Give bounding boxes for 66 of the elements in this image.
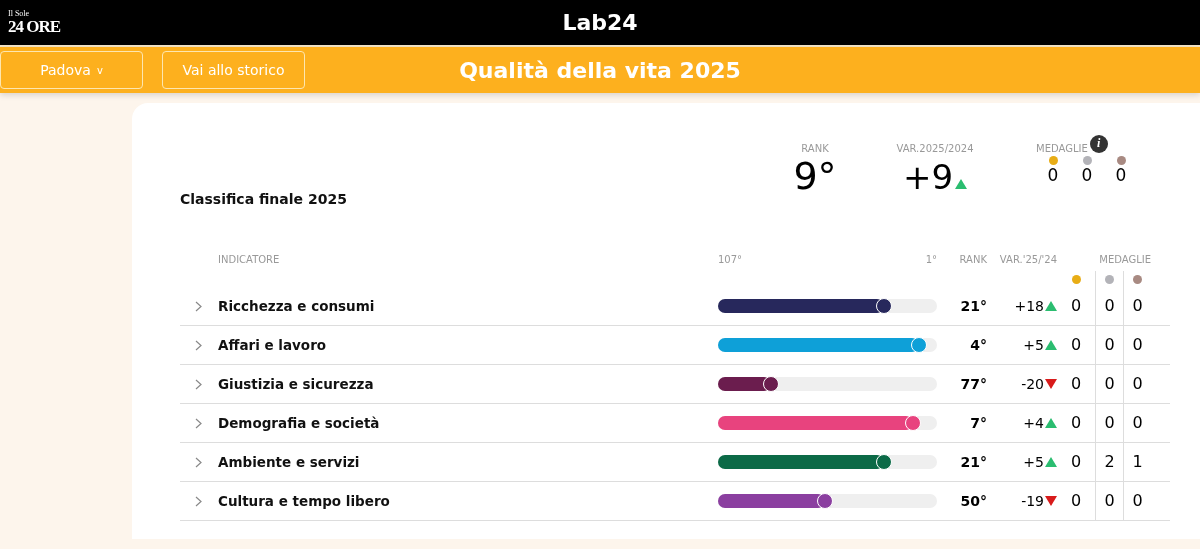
variation-cell: +5 [1023,337,1044,353]
variation-label: VAR.2025/2024 [896,143,974,154]
info-button[interactable]: i [1089,134,1108,153]
chevron-right-icon[interactable] [195,495,203,507]
rank-cell: 7° [970,415,987,431]
medal-count: 0 [1115,165,1127,185]
column-header: MEDAGLIE [1099,253,1151,265]
brand-logo[interactable]: 24 ORE [8,18,61,35]
medal-count: 0 [1069,295,1083,317]
variation-cell: -20 [1021,376,1044,392]
chevron-right-icon[interactable] [195,417,203,429]
variation-cell: +5 [1023,454,1044,470]
brand-tagline: Il Sole [8,10,31,18]
medal-count: 0 [1069,490,1083,512]
rank-value: 9° [793,156,837,198]
bar-knob [911,337,928,353]
medal-count: 0 [1069,373,1083,395]
page-title: Qualità della vita 2025 [459,57,741,83]
medal-count: 0 [1094,365,1124,403]
medal-count: 0 [1094,326,1124,364]
medal-count: 0 [1122,404,1152,442]
medal-count: 2 [1094,443,1124,481]
rank-cell: 21° [960,454,987,470]
chevron-right-icon[interactable] [195,378,203,390]
medal-count: 0 [1094,482,1124,520]
medal-count: 0 [1069,412,1083,434]
indicator-name[interactable]: Demografia e società [218,415,718,431]
column-header: RANK [959,253,987,265]
rank-cell: 77° [960,376,987,392]
rank-label: RANK [801,143,829,154]
indicator-name[interactable]: Giustizia e sicurezza [218,376,718,392]
column-header: 1° [925,253,937,265]
indicator-name[interactable]: Affari e lavoro [218,337,718,353]
medal-count: 0 [1094,404,1124,442]
bar-knob [876,298,893,314]
medal-count: 0 [1122,365,1152,403]
chevron-right-icon[interactable] [195,300,203,312]
indicator-name[interactable]: Ricchezza e consumi [218,298,718,314]
variation-cell: +4 [1023,415,1044,431]
variation-cell: +18 [1014,298,1044,314]
medal-count: 0 [1094,287,1124,325]
medal-count: 0 [1069,451,1083,473]
ranking-title: Classifica finale 2025 [180,191,348,207]
column-header: INDICATORE [218,253,280,265]
bar-knob [876,454,893,470]
medal-count: 1 [1122,443,1152,481]
rank-cell: 4° [970,337,987,353]
medal-count: 0 [1122,482,1152,520]
indicator-name[interactable]: Cultura e tempo libero [218,493,718,509]
bar-knob [817,493,834,509]
variation-value: +9 [902,160,954,194]
rank-cell: 21° [960,298,987,314]
chevron-right-icon[interactable] [195,456,203,468]
chevron-right-icon[interactable] [195,339,203,351]
medal-count: 0 [1081,165,1093,185]
medal-count: 0 [1122,326,1152,364]
medal-count: 0 [1047,165,1059,185]
medals-label: MEDAGLIE [1036,143,1088,154]
medal-count: 0 [1122,287,1152,325]
column-header: VAR.'25/'24 [999,253,1057,265]
column-header: 107° [718,253,743,265]
medal-count: 0 [1069,334,1083,356]
rank-cell: 50° [960,493,987,509]
lab-logo[interactable]: Lab24 [562,10,638,35]
variation-cell: -19 [1021,493,1044,509]
indicator-name[interactable]: Ambiente e servizi [218,454,718,470]
